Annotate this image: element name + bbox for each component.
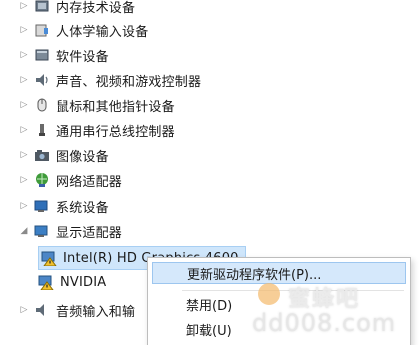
expand-arrow-icon[interactable]: ▷ [18,200,30,212]
expand-arrow-icon[interactable]: ▷ [18,304,30,316]
tree-item-mouse[interactable]: ▷ 鼠标和其他指针设备 [18,95,175,115]
expand-arrow-icon[interactable]: ▷ [18,99,30,111]
menu-item-label: 卸载(U) [186,323,232,339]
tree-item-display-adapters[interactable]: ◢ 显示适配器 [18,221,122,241]
memory-device-icon [34,0,50,14]
tree-item-network[interactable]: ▷ 网络适配器 [18,170,122,190]
network-adapter-icon [34,172,50,188]
expand-arrow-icon[interactable]: ▷ [18,0,30,12]
tree-item-audio-io[interactable]: ▷ 音频输入和输 [18,300,135,320]
system-device-icon [34,198,50,214]
menu-uninstall[interactable]: 卸载(U) [152,318,406,340]
menu-disable[interactable]: 禁用(D) [152,293,406,315]
tree-item-system[interactable]: ▷ 系统设备 [18,196,109,216]
tree-item-label: 软件设备 [56,49,109,65]
warning-display-icon [38,274,54,290]
menu-item-label: 更新驱动程序软件(P)... [187,267,322,283]
tree-item-label: 内存技术设备 [56,0,136,16]
software-device-icon [34,47,50,63]
tree-item-usb[interactable]: ▷ 通用串行总线控制器 [18,120,175,140]
tree-item-label: 网络适配器 [56,174,123,190]
context-menu: 更新驱动程序软件(P)... 禁用(D) 卸载(U) [147,257,411,345]
usb-icon [34,122,50,138]
tree-item-memory-tech[interactable]: ▷ 内存技术设备 [18,0,135,16]
tree-item-label: 人体学输入设备 [56,24,149,40]
tree-item-software[interactable]: ▷ 软件设备 [18,45,109,65]
expand-arrow-icon[interactable]: ▷ [18,124,30,136]
expand-arrow-icon[interactable]: ▷ [18,49,30,61]
tree-item-label: 显示适配器 [56,225,123,241]
expand-arrow-icon[interactable]: ▷ [18,24,30,36]
tree-item-sound[interactable]: ▷ 声音、视频和游戏控制器 [18,70,201,90]
hid-device-icon [34,22,50,38]
tree-item-label: 通用串行总线控制器 [56,124,175,140]
speaker-icon [34,72,50,88]
menu-item-label: 禁用(D) [186,298,233,314]
expand-arrow-icon[interactable]: ▷ [18,149,30,161]
tree-item-label: 图像设备 [56,149,109,165]
collapse-arrow-icon[interactable]: ◢ [18,225,30,237]
audio-io-icon [34,302,50,318]
menu-separator [182,290,404,291]
tree-item-hid[interactable]: ▷ 人体学输入设备 [18,20,148,40]
tree-item-imaging[interactable]: ▷ 图像设备 [18,145,109,165]
tree-item-label: 系统设备 [56,200,109,216]
tree-item-label: 声音、视频和游戏控制器 [56,74,202,90]
camera-device-icon [34,147,50,163]
tree-item-label: NVIDIA [60,274,107,290]
expand-arrow-icon[interactable]: ▷ [18,174,30,186]
tree-item-label: 音频输入和输 [56,304,136,320]
menu-update-driver[interactable]: 更新驱动程序软件(P)... [152,262,406,284]
tree-child-nvidia-gpu[interactable]: NVIDIA [38,272,106,292]
mouse-icon [34,97,50,113]
expand-arrow-icon[interactable]: ▷ [18,74,30,86]
tree-item-label: 鼠标和其他指针设备 [56,99,175,115]
display-adapter-icon [34,223,50,239]
warning-display-icon [41,250,57,266]
